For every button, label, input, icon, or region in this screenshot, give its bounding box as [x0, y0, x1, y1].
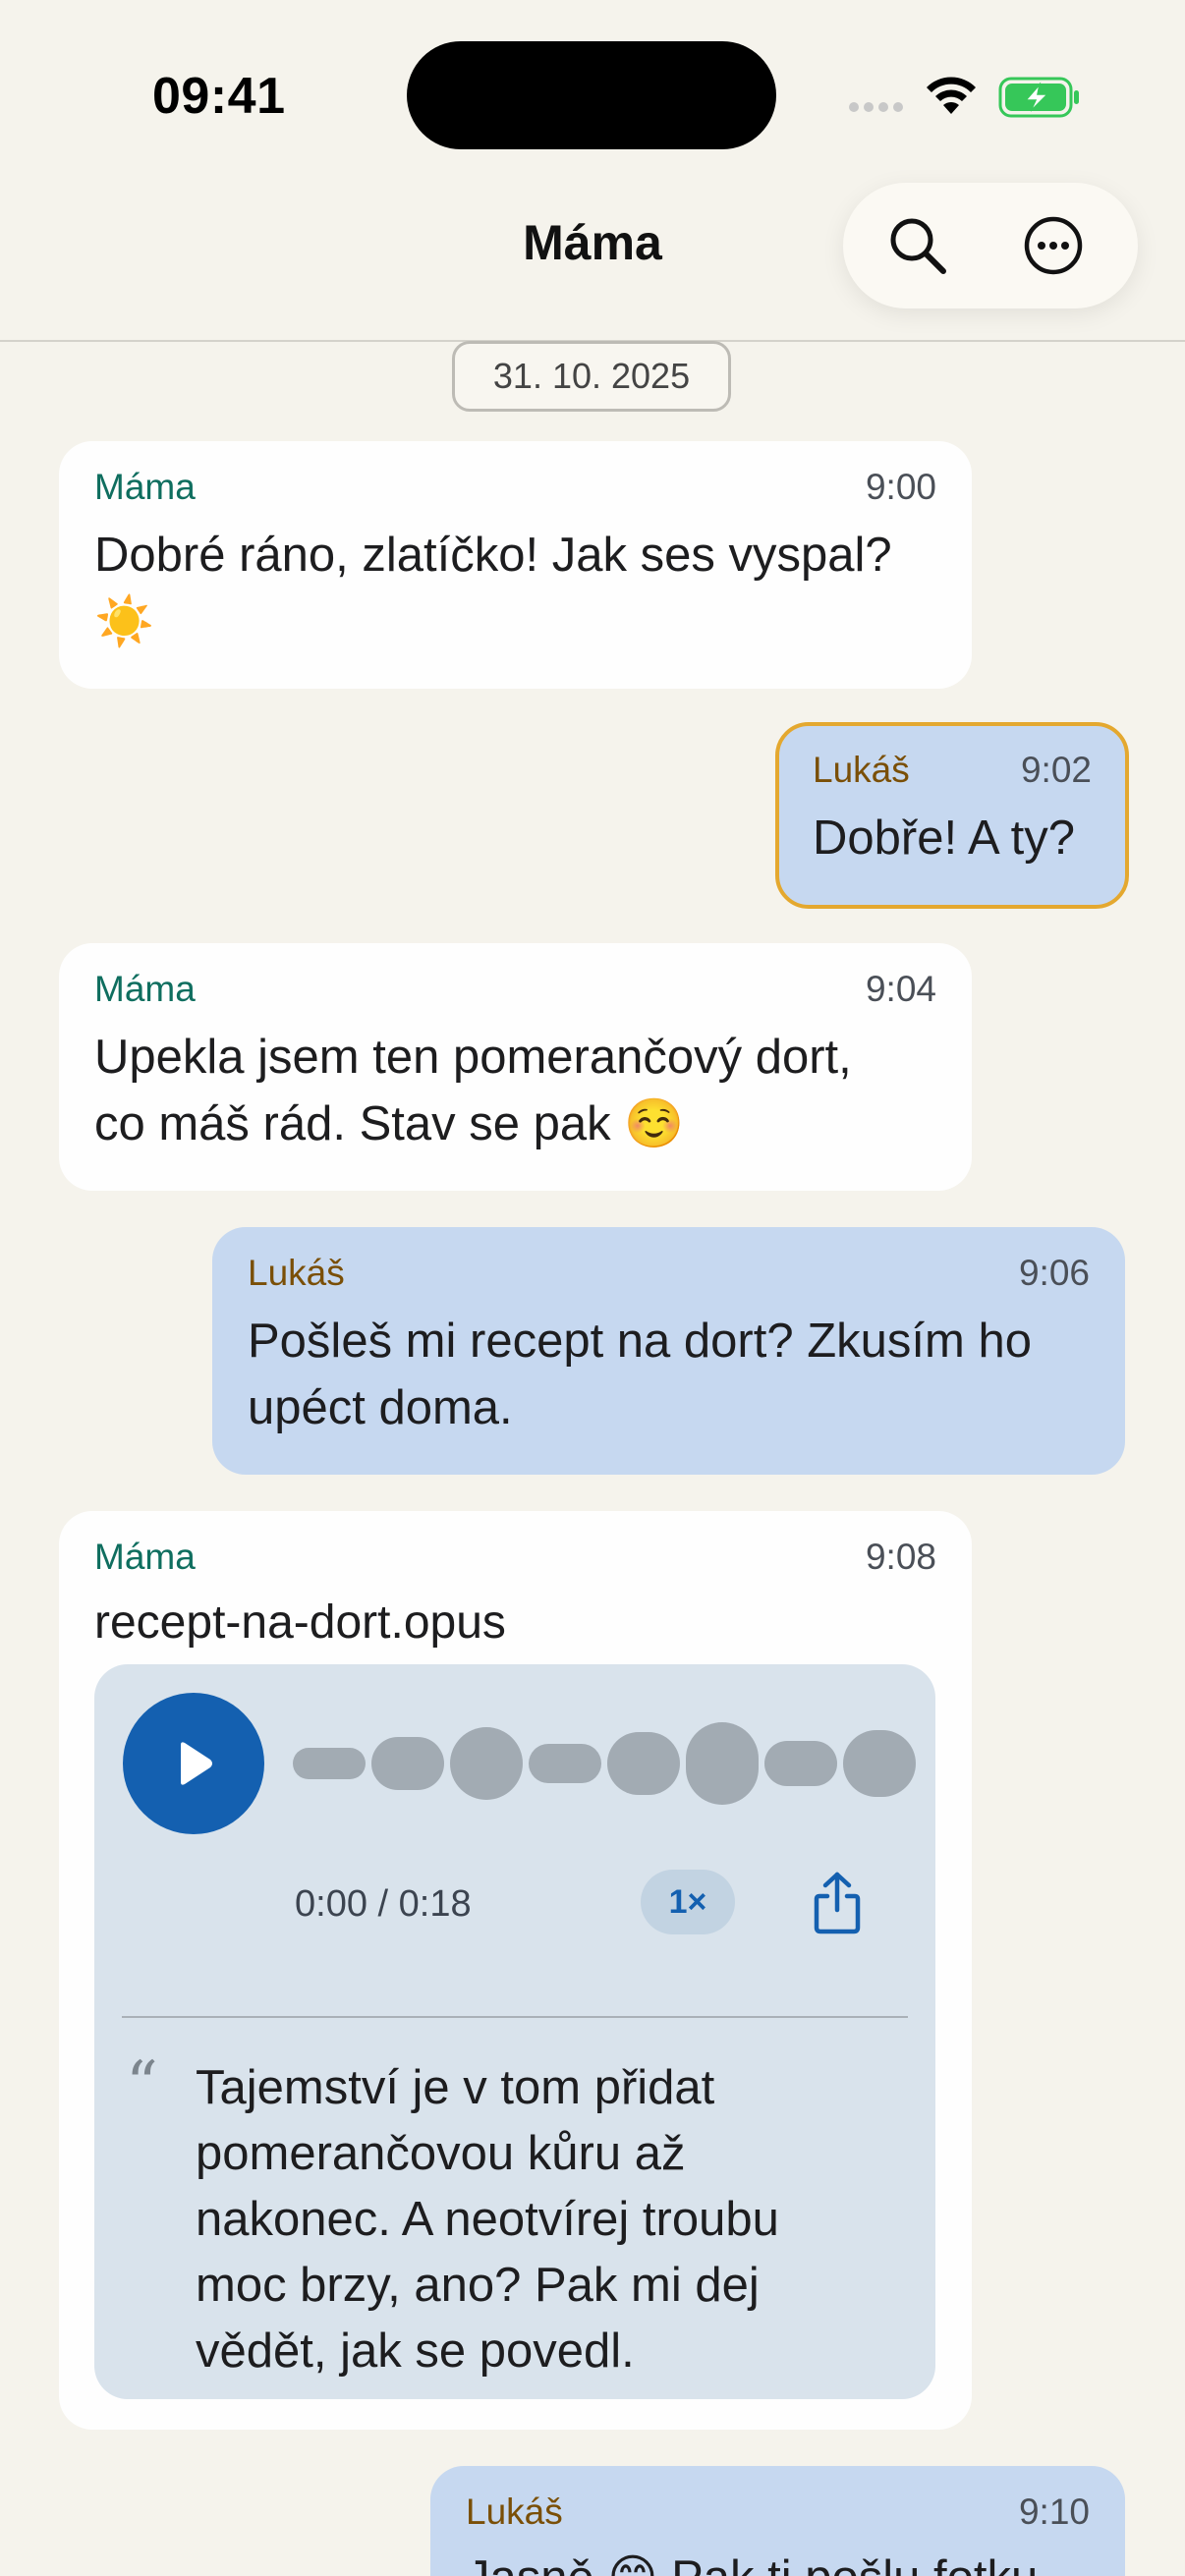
battery-charging-icon	[998, 77, 1079, 118]
message-bubble-outgoing[interactable]: Lukáš 9:06 Pošleš mi recept na dort? Zku…	[212, 1227, 1125, 1475]
message-text: Dobré ráno, zlatíčko! Jak ses vyspal? ☀️	[94, 522, 949, 655]
voice-duration: 0:00 / 0:18	[295, 1883, 472, 1925]
transcript-line: moc brzy, ano? Pak mi dej	[196, 2259, 760, 2312]
more-icon	[1024, 216, 1083, 275]
share-icon	[814, 1872, 861, 1934]
date-separator: 31. 10. 2025	[452, 341, 731, 412]
message-sender: Lukáš	[466, 2492, 563, 2532]
more-button[interactable]	[1012, 204, 1095, 287]
voice-player: 0:00 / 0:18 1× “ Tajemství je v tom přid…	[94, 1664, 935, 2399]
transcript-line: vědět, jak se povedl.	[196, 2324, 635, 2378]
voice-waveform[interactable]	[293, 1719, 916, 1808]
status-bar: 09:41	[0, 0, 1185, 187]
message-bubble-incoming[interactable]: Máma 9:04 Upekla jsem ten pomerančový do…	[59, 943, 972, 1191]
wifi-icon	[927, 77, 976, 114]
message-text-line: Pošleš mi recept na dort? Zkusím ho	[248, 1315, 1032, 1368]
quote-icon: “	[126, 2048, 158, 2121]
transcript-line: pomerančovou kůru až	[196, 2127, 686, 2180]
message-time: 9:00	[865, 467, 936, 507]
voice-transcript: Tajemství je v tom přidat pomerančovou k…	[196, 2055, 903, 2384]
status-time: 09:41	[152, 68, 286, 125]
play-icon	[181, 1742, 212, 1785]
header-actions	[843, 183, 1138, 308]
message-sender: Máma	[94, 1537, 196, 1577]
message-time: 9:02	[1020, 750, 1092, 790]
attachment-file-name[interactable]: recept-na-dort.opus	[94, 1596, 506, 1650]
share-button[interactable]	[810, 1871, 865, 1935]
message-text-line: Dobré ráno, zlatíčko! Jak ses vyspal?	[94, 529, 892, 582]
message-time: 9:06	[1018, 1253, 1090, 1293]
transcript-line: Tajemství je v tom přidat	[196, 2061, 715, 2114]
message-text: Pošleš mi recept na dort? Zkusím ho upéc…	[248, 1308, 1102, 1441]
playback-speed-button[interactable]: 1×	[641, 1870, 735, 1934]
transcript-line: nakonec. A neotvírej troubu	[196, 2193, 779, 2246]
signal-dots-icon	[849, 102, 906, 114]
message-sender: Lukáš	[813, 750, 910, 790]
message-bubble-incoming[interactable]: Máma 9:00 Dobré ráno, zlatíčko! Jak ses …	[59, 441, 972, 689]
message-text-line: Dobře! A ty?	[813, 812, 1075, 865]
message-bubble-outgoing[interactable]: Lukáš 9:10 Jasně 😊 Pak ti pošlu fotku	[430, 2466, 1125, 2576]
message-text-line: Jasně 😊 Pak ti pošlu fotku	[466, 2545, 1114, 2576]
message-time: 9:08	[865, 1537, 936, 1577]
message-time: 9:04	[865, 969, 936, 1009]
message-text-line: co máš rád. Stav se pak ☺️	[94, 1097, 685, 1150]
message-sender: Máma	[94, 969, 196, 1009]
play-button[interactable]	[123, 1693, 264, 1834]
message-sender: Máma	[94, 467, 196, 507]
transcript-divider	[122, 2016, 908, 2018]
message-bubble-voice[interactable]: Máma 9:08 recept-na-dort.opus 0:00 / 0:1…	[59, 1511, 972, 2430]
chat-screen: 09:41 Máma 31. 10. 2025 Máma 9:00 Dobré …	[0, 0, 1185, 2576]
message-time: 9:10	[1018, 2492, 1090, 2532]
message-text-line: upéct doma.	[248, 1381, 513, 1434]
message-sender: Lukáš	[248, 1253, 345, 1293]
message-text-line: Upekla jsem ten pomerančový dort,	[94, 1031, 852, 1084]
message-bubble-outgoing[interactable]: Lukáš 9:02 Dobře! A ty?	[775, 722, 1129, 909]
message-text-line: ☀️	[94, 595, 155, 648]
search-button[interactable]	[876, 204, 959, 287]
dynamic-island	[407, 41, 776, 149]
chat-header: Máma	[0, 183, 1185, 342]
message-text: Upekla jsem ten pomerančový dort, co máš…	[94, 1024, 949, 1157]
search-icon	[890, 218, 946, 274]
message-text: Jasně 😊 Pak ti pošlu fotku	[466, 2545, 1114, 2576]
message-text: Dobře! A ty?	[813, 805, 1075, 871]
